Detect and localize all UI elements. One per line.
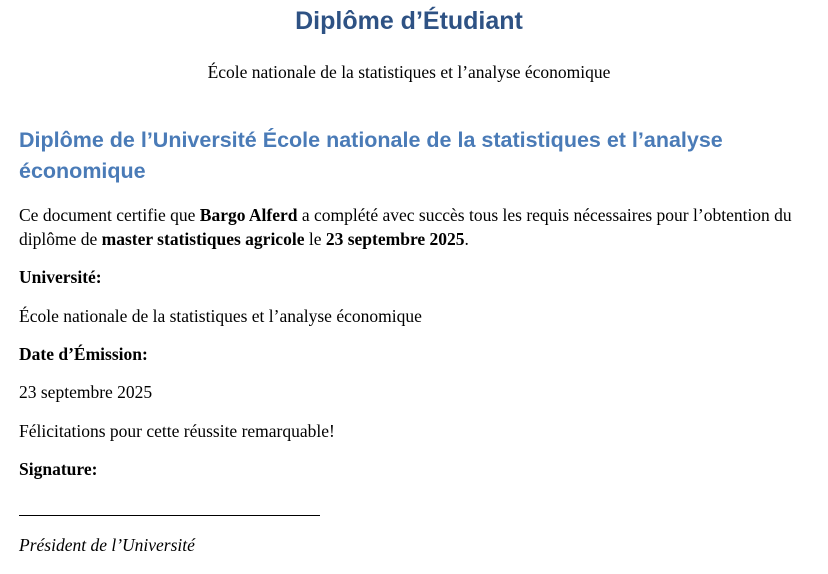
diploma-document: Diplôme d’Étudiant École nationale de la… [0, 0, 828, 574]
signature-line [19, 515, 320, 516]
university-label: Université: [19, 267, 102, 287]
document-title: Diplôme d’Étudiant [295, 7, 523, 35]
certify-text-3: le [304, 229, 326, 249]
student-name: Bargo Alferd [199, 205, 298, 225]
institution-subtitle: École nationale de la statistiques et l’… [207, 62, 611, 82]
certify-text-4: . [464, 229, 469, 249]
issue-date-label: Date d’Émission: [19, 344, 148, 364]
completion-date: 23 septembre 2025 [325, 229, 465, 249]
signatory-title: Président de l’Université [19, 535, 195, 555]
certification-paragraph: Ce document certifie que Bargo Alferd a … [19, 203, 809, 251]
university-value: École nationale de la statistiques et l’… [19, 306, 422, 326]
diploma-heading: Diplôme de l’Université École nationale … [19, 128, 723, 183]
issue-date-value: 23 septembre 2025 [19, 382, 153, 402]
congratulations-text: Félicitations pour cette réussite remarq… [19, 421, 335, 441]
certify-text-1: Ce document certifie que [19, 205, 200, 225]
signature-label: Signature: [19, 459, 98, 479]
degree-name: master statistiques agricole [101, 229, 305, 249]
